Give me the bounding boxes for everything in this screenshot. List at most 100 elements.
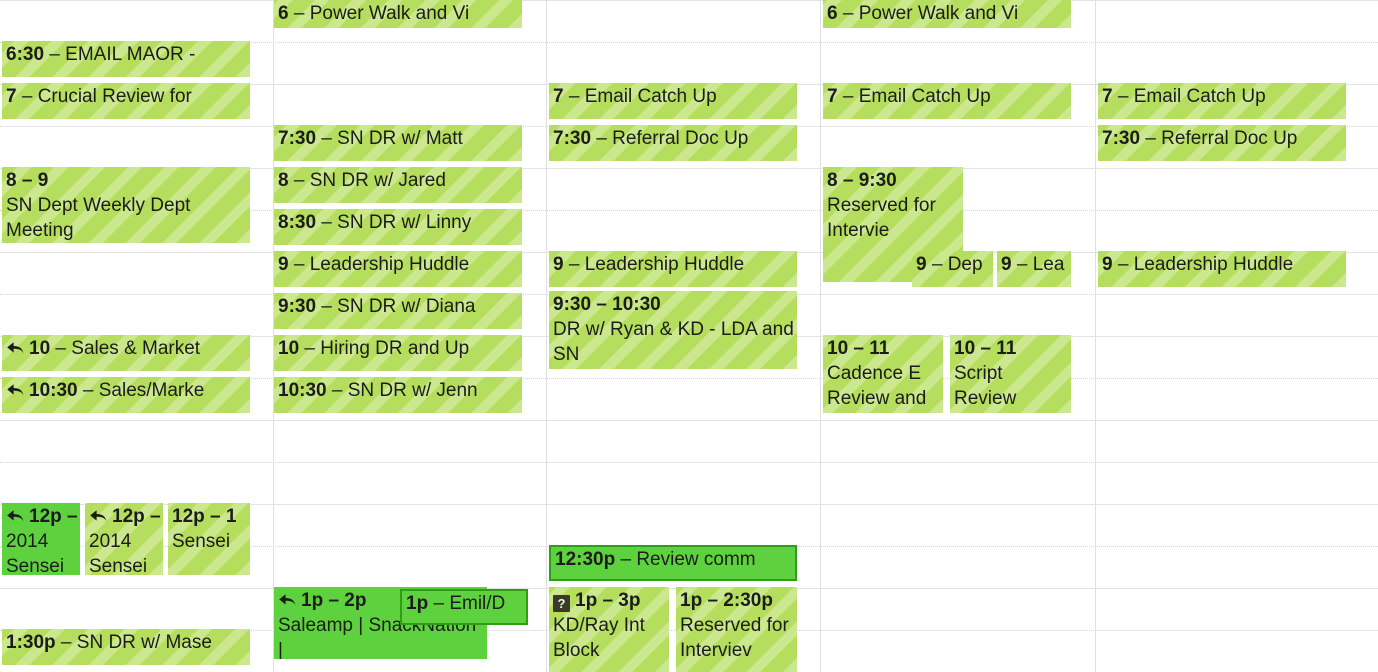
event-time-text: 12:30p: [555, 549, 616, 570]
event-content: 10:30 – SN DR w/ Jenn: [278, 378, 520, 403]
event-time: 8:30 –: [278, 212, 337, 233]
event-content: 7 – Email Catch Up: [827, 84, 1069, 109]
calendar-event[interactable]: 7:30 – Referral Doc Up: [1098, 125, 1346, 161]
event-time-dash: –: [50, 338, 72, 359]
calendar-event[interactable]: 8 – SN DR w/ Jared: [274, 167, 522, 203]
calendar-event[interactable]: 7:30 – Referral Doc Up: [549, 125, 797, 161]
event-content: 10 – Sales & Market: [6, 336, 248, 361]
event-title: Reserved for Interviev: [680, 615, 789, 661]
event-time-dash: –: [1140, 128, 1162, 149]
event-title: Review comm: [636, 549, 756, 570]
event-time-dash: –: [326, 380, 348, 401]
event-time-text: 7:30: [553, 128, 592, 149]
calendar-event[interactable]: 1p – Emil/D: [400, 589, 528, 625]
calendar-event[interactable]: 9 – Dep: [912, 251, 993, 287]
event-content: 9 – Leadership Huddle: [278, 252, 520, 277]
event-content: 12:30p – Review comm: [555, 547, 793, 572]
calendar-event[interactable]: 10 – 11 Cadence E Review and: [823, 335, 943, 413]
event-time-text: 10 – 11: [827, 338, 890, 359]
calendar-event[interactable]: 8:30 – SN DR w/ Linny: [274, 209, 522, 245]
event-content: 10 – Hiring DR and Up: [278, 336, 520, 361]
event-title: Email Catch Up: [858, 86, 991, 107]
calendar-event[interactable]: 9 – Leadership Huddle: [1098, 251, 1346, 287]
event-title: EMAIL MAOR -: [65, 44, 196, 65]
calendar-event[interactable]: 7 – Email Catch Up: [823, 83, 1071, 119]
event-time-dash: –: [44, 44, 66, 65]
calendar-event[interactable]: 12p – 1 Sensei: [168, 503, 250, 575]
event-time: 8 – 9: [6, 168, 248, 193]
event-content: 8 – SN DR w/ Jared: [278, 168, 520, 193]
calendar-event[interactable]: 10 – Hiring DR and Up: [274, 335, 522, 371]
calendar-event[interactable]: 9 – Lea: [997, 251, 1071, 287]
calendar-event[interactable]: 10:30 – Sales/Marke: [2, 377, 250, 413]
event-title: DR w/ Ryan & KD - LDA and SN: [553, 319, 794, 365]
calendar-event[interactable]: 7:30 – SN DR w/ Matt: [274, 125, 522, 161]
event-time-text: 8 – 9:30: [827, 170, 897, 191]
event-time-dash: –: [288, 170, 310, 191]
calendar-week-grid[interactable]: 6 – Power Walk and Vi 6 – Power Walk and …: [0, 0, 1378, 672]
calendar-event[interactable]: 9 – Leadership Huddle: [274, 251, 522, 287]
calendar-event[interactable]: 9 – Leadership Huddle: [549, 251, 797, 287]
event-title: Power Walk and Vi: [309, 3, 470, 24]
event-time-text: 1p – 2:30p: [680, 590, 773, 611]
event-content: 9 – Dep: [916, 252, 991, 277]
calendar-event[interactable]: 7 – Email Catch Up: [549, 83, 797, 119]
event-time-text: 7:30: [1102, 128, 1141, 149]
event-time: 12p –: [89, 504, 161, 529]
event-time-text: 9:30 – 10:30: [553, 294, 661, 315]
event-time: 7 –: [6, 86, 38, 107]
event-title: SN DR w/ Diana: [337, 296, 476, 317]
event-time: 12p – 1: [172, 504, 248, 529]
calendar-event[interactable]: 1:30p – SN DR w/ Mase: [2, 629, 250, 665]
event-time-text: 9: [278, 254, 289, 275]
reply-arrow-icon: [278, 592, 297, 608]
event-time: 9 –: [278, 254, 310, 275]
event-content: 7 – Email Catch Up: [553, 84, 795, 109]
event-content: 10:30 – Sales/Marke: [6, 378, 248, 403]
day-column-divider-3: [820, 0, 821, 672]
calendar-event[interactable]: 12:30p – Review comm: [549, 545, 797, 581]
event-time-dash: –: [288, 3, 310, 24]
calendar-event[interactable]: ? 1p – 3p KD/Ray Int Block: [549, 587, 669, 672]
event-time: 7:30 –: [278, 128, 337, 149]
calendar-event[interactable]: 12p – 2014 Sensei: [2, 503, 80, 575]
event-content: ? 1p – 3p KD/Ray Int Block: [553, 588, 667, 663]
event-time: ? 1p – 3p: [553, 588, 667, 613]
event-title: Sensei: [172, 531, 231, 552]
calendar-event[interactable]: 7 – Email Catch Up: [1098, 83, 1346, 119]
calendar-event[interactable]: 12p – 2014 Sensei: [85, 503, 163, 575]
calendar-event[interactable]: 7 – Crucial Review for: [2, 83, 250, 119]
calendar-event[interactable]: 6 – Power Walk and Vi: [823, 0, 1071, 28]
event-time-text: 1p: [406, 593, 429, 614]
calendar-event[interactable]: 9:30 – 10:30 DR w/ Ryan & KD - LDA and SN: [549, 291, 797, 369]
event-content: 7 – Email Catch Up: [1102, 84, 1344, 109]
event-time: 10 – 11: [954, 336, 1069, 361]
event-time-text: 10:30: [29, 380, 78, 401]
event-time-text: 7: [6, 86, 17, 107]
event-time-text: 9: [1102, 254, 1113, 275]
event-time: 7 –: [553, 86, 585, 107]
event-time: 1p –: [406, 593, 449, 614]
event-title: SN DR w/ Linny: [337, 212, 472, 233]
event-time-text: 7: [553, 86, 564, 107]
event-content: 9:30 – 10:30 DR w/ Ryan & KD - LDA and SN: [553, 292, 795, 367]
reply-arrow-icon: [6, 508, 25, 524]
event-time-text: 6: [278, 3, 289, 24]
day-column-divider-4: [1095, 0, 1096, 672]
calendar-event[interactable]: 10:30 – SN DR w/ Jenn: [274, 377, 522, 413]
event-time-text: 9: [553, 254, 564, 275]
calendar-event[interactable]: 9:30 – SN DR w/ Diana: [274, 293, 522, 329]
calendar-event[interactable]: 6 – Power Walk and Vi: [274, 0, 522, 28]
calendar-event[interactable]: 10 – Sales & Market: [2, 335, 250, 371]
event-content: 9 – Lea: [1001, 252, 1069, 277]
event-time: 9 –: [553, 254, 585, 275]
calendar-event[interactable]: 1p – 2:30p Reserved for Interviev: [676, 587, 797, 672]
calendar-event[interactable]: 6:30 – EMAIL MAOR -: [2, 41, 250, 77]
event-time: 1:30p –: [6, 632, 77, 653]
calendar-event[interactable]: 10 – 11 Script Review: [950, 335, 1071, 413]
event-time-text: 9: [1001, 254, 1012, 275]
calendar-event[interactable]: 8 – 9 SN Dept Weekly Dept Meeting: [2, 167, 250, 243]
event-time-dash: –: [563, 86, 585, 107]
event-time-text: 1:30p: [6, 632, 56, 653]
event-time-text: 7:30: [278, 128, 317, 149]
